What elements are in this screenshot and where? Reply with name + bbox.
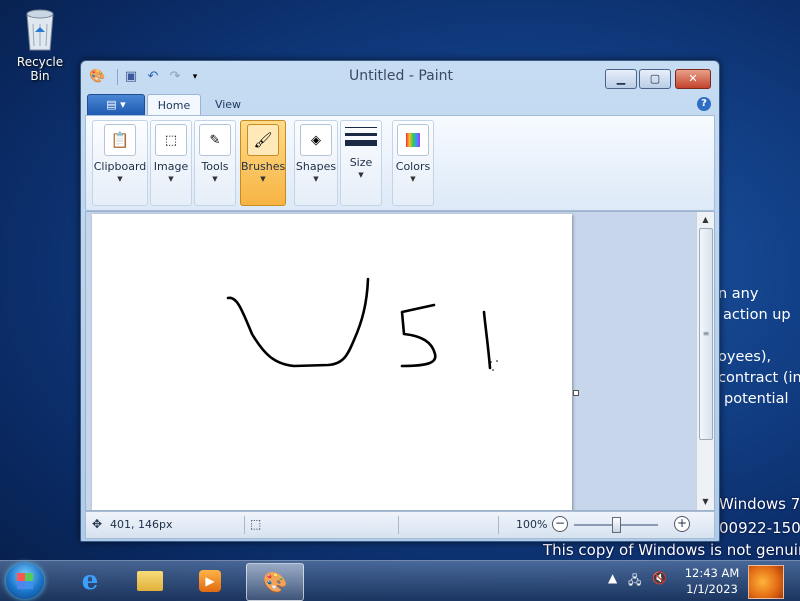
taskbar-windows-explorer[interactable] [122, 563, 178, 599]
chevron-down-icon: ▼ [212, 175, 218, 183]
ribbon-group-brushes[interactable]: 🖌 Brushes ▼ [240, 120, 286, 206]
zoom-in-icon[interactable]: + [674, 516, 690, 532]
clipboard-label: Clipboard [93, 160, 147, 173]
background-text-4: contract (in [718, 370, 800, 386]
window-title: Untitled - Paint [349, 68, 453, 84]
chevron-down-icon: ▼ [117, 175, 123, 183]
watermark-build: 00922-1508 [719, 519, 800, 537]
volume-muted-icon[interactable]: 🔇 [652, 571, 667, 585]
start-button[interactable] [6, 563, 44, 599]
ribbon-group-image[interactable]: ⬚ Image ▼ [150, 120, 192, 206]
watermark-not-genuine: This copy of Windows is not genuine [543, 541, 800, 559]
recycle-bin-icon [26, 9, 54, 51]
zoom-level: 100% [516, 518, 548, 531]
zoom-out-icon[interactable]: − [552, 516, 568, 532]
taskbar: e ▶ 🎨 ▲ 🖧 🔇 12:43 AM 1/1/2023 [0, 560, 800, 601]
watermark-windows-version: Windows 7 [719, 495, 800, 513]
taskbar-internet-explorer[interactable]: e [62, 563, 118, 599]
zoom-slider-thumb[interactable] [612, 517, 621, 533]
minimize-button[interactable]: ▁ [605, 69, 637, 89]
show-hidden-icons-icon[interactable]: ▲ [608, 571, 617, 585]
title-bar[interactable]: 🎨 ▣ ↶ ↷ ▾ Untitled - Paint ▁ ▢ ✕ [81, 61, 719, 91]
brushes-label: Brushes [241, 160, 286, 173]
close-button[interactable]: ✕ [675, 69, 711, 89]
scroll-up-icon[interactable]: ▲ [697, 212, 714, 228]
selection-size-icon: ⬚ [250, 517, 262, 531]
chevron-down-icon: ▼ [168, 175, 174, 183]
tools-icon: ✎ [199, 124, 231, 156]
clock-time: 12:43 AM [684, 566, 740, 580]
clock-date: 1/1/2023 [686, 582, 738, 596]
chevron-down-icon: ▼ [260, 175, 266, 183]
colors-icon [397, 124, 429, 156]
quick-access-separator [117, 69, 118, 85]
tools-label: Tools [201, 160, 229, 173]
windows-logo-icon [17, 573, 33, 589]
cursor-position-icon: ✥ [92, 517, 103, 531]
taskbar-paint[interactable]: 🎨 [246, 563, 304, 601]
size-icon [345, 127, 377, 146]
undo-icon[interactable]: ↶ [145, 69, 161, 85]
show-desktop-button[interactable] [748, 565, 784, 599]
clipboard-icon: 📋 [104, 124, 136, 156]
image-label: Image [153, 160, 189, 173]
cursor-position: 401, 146px [110, 518, 173, 531]
background-text-1: n any [718, 286, 759, 302]
status-bar: ✥ 401, 146px ⬚ 100% − + [85, 511, 715, 539]
folder-icon [137, 571, 163, 591]
canvas-area: ▲ ≡ ▼ [85, 211, 715, 511]
shapes-label: Shapes [295, 160, 337, 173]
recycle-bin-label: Recycle Bin [16, 55, 64, 83]
ribbon-tabs: ▤ ▾ Home View ? [85, 91, 715, 116]
paint-menu-button[interactable]: ▤ ▾ [87, 94, 145, 116]
ribbon-group-colors[interactable]: Colors ▼ [392, 120, 434, 206]
chevron-down-icon: ▼ [410, 175, 416, 183]
vertical-scrollbar[interactable]: ▲ ≡ ▼ [696, 212, 714, 510]
recycle-bin[interactable]: Recycle Bin [6, 6, 74, 83]
scrollbar-thumb[interactable]: ≡ [699, 228, 713, 440]
ribbon-group-shapes[interactable]: ◈ Shapes ▼ [294, 120, 338, 206]
tab-view[interactable]: View [205, 94, 251, 115]
chevron-down-icon: ▼ [358, 171, 364, 179]
media-player-icon: ▶ [199, 570, 221, 592]
canvas-resize-handle-right[interactable] [573, 390, 579, 396]
maximize-button[interactable]: ▢ [639, 69, 671, 89]
paint-palette-icon: 🎨 [262, 570, 288, 594]
system-clock[interactable]: 12:43 AM 1/1/2023 [680, 565, 744, 597]
network-icon[interactable]: 🖧 [628, 571, 641, 592]
ribbon-group-clipboard[interactable]: 📋 Clipboard ▼ [92, 120, 148, 206]
paint-app-icon[interactable]: 🎨 [89, 69, 105, 85]
ribbon: 📋 Clipboard ▼ ⬚ Image ▼ ✎ Tools ▼ 🖌 Brus… [85, 115, 715, 211]
background-text-5: potential [724, 391, 789, 407]
redo-icon[interactable]: ↷ [167, 69, 183, 85]
drawing-canvas[interactable] [92, 214, 572, 510]
ribbon-group-tools[interactable]: ✎ Tools ▼ [194, 120, 236, 206]
help-icon[interactable]: ? [697, 97, 711, 111]
taskbar-media-player[interactable]: ▶ [182, 563, 238, 599]
ribbon-group-size[interactable]: Size ▼ [340, 120, 382, 206]
internet-explorer-icon: e [81, 566, 99, 596]
tab-home[interactable]: Home [147, 94, 201, 116]
background-text-3: oyees), [718, 349, 772, 365]
paint-window: 🎨 ▣ ↶ ↷ ▾ Untitled - Paint ▁ ▢ ✕ ▤ ▾ Hom… [80, 60, 720, 542]
brush-icon: 🖌 [247, 124, 279, 156]
save-icon[interactable]: ▣ [123, 69, 139, 85]
chevron-down-icon: ▼ [313, 175, 319, 183]
size-label: Size [349, 156, 373, 169]
shapes-icon: ◈ [300, 124, 332, 156]
canvas-drawing [226, 277, 498, 371]
customize-quick-access-icon[interactable]: ▾ [187, 69, 203, 85]
image-select-icon: ⬚ [155, 124, 187, 156]
background-text-2: action up [723, 307, 791, 323]
scroll-down-icon[interactable]: ▼ [697, 494, 714, 510]
colors-label: Colors [395, 160, 431, 173]
